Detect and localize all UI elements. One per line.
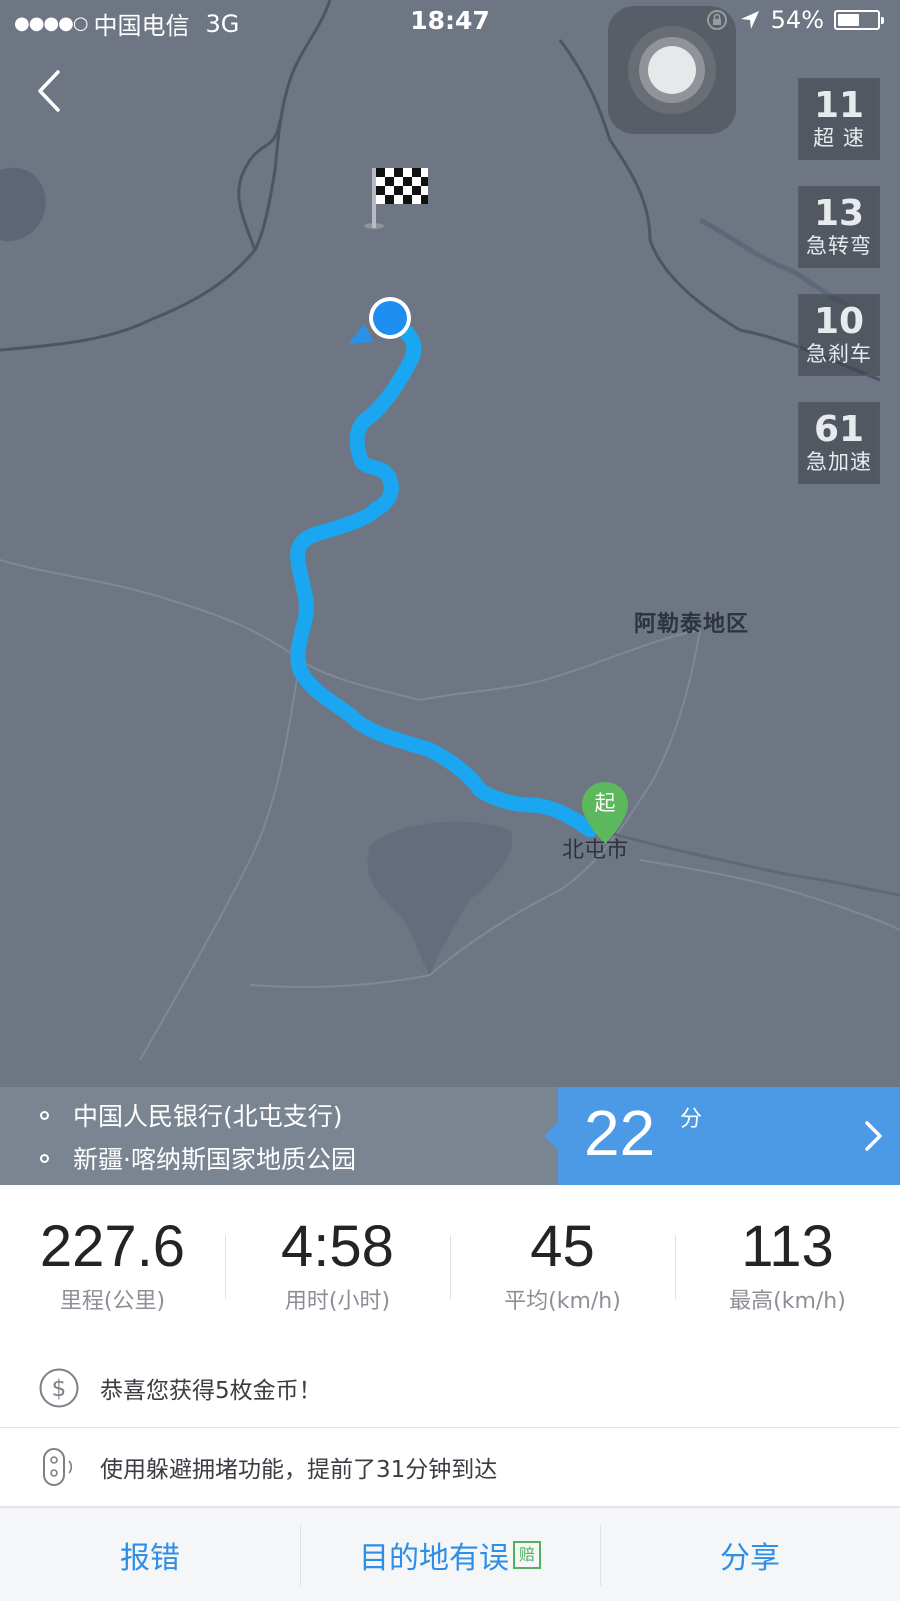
stat-value: 227.6 bbox=[39, 1214, 186, 1279]
lake-shape bbox=[0, 167, 46, 242]
badge-hard-brake[interactable]: 10 急刹车 bbox=[798, 294, 880, 376]
route-origin: 中国人民银行(北屯支行) bbox=[40, 1097, 343, 1133]
wrong-destination-button[interactable]: 目的地有误 赔 bbox=[300, 1508, 600, 1601]
action-bar: 报错 目的地有误 赔 分享 bbox=[0, 1507, 900, 1601]
route-destination-label: 新疆·喀纳斯国家地质公园 bbox=[73, 1145, 356, 1174]
traffic-light-icon bbox=[43, 1448, 73, 1486]
route-line bbox=[290, 312, 598, 838]
coins-reward-text: 恭喜您获得5枚金币！ bbox=[100, 1378, 322, 1404]
location-arrow-icon bbox=[740, 11, 759, 29]
map-label-region: 阿勒泰地区 bbox=[634, 612, 750, 637]
chevron-right-icon bbox=[865, 1121, 882, 1151]
status-bar: ●●●●○ 中国电信 3G 18:47 54% bbox=[0, 0, 900, 44]
stat-value: 113 bbox=[741, 1214, 834, 1279]
lake-shape bbox=[367, 821, 513, 975]
driving-event-badges: 11 超 速 13 急转弯 10 急刹车 61 急加速 bbox=[798, 78, 882, 510]
coins-reward-row: $ 恭喜您获得5枚金币！ bbox=[0, 1349, 900, 1428]
stat-value: 4:58 bbox=[281, 1214, 394, 1279]
stat-label: 最高(km/h) bbox=[729, 1289, 846, 1314]
battery-tip bbox=[881, 17, 884, 24]
assistive-touch-ring bbox=[648, 46, 696, 94]
route-summary-bar: 中国人民银行(北屯支行) 新疆·喀纳斯国家地质公园 22 分 bbox=[0, 1087, 900, 1185]
badge-label: 超 速 bbox=[813, 126, 865, 150]
route-time-button[interactable]: 22 分 bbox=[544, 1087, 900, 1185]
chevron-left-icon bbox=[38, 70, 60, 112]
report-error-button[interactable]: 报错 bbox=[0, 1508, 300, 1601]
svg-text:$: $ bbox=[52, 1376, 67, 1402]
stat-max-speed: 113 最高(km/h) bbox=[675, 1185, 900, 1349]
report-error-label: 报错 bbox=[120, 1540, 180, 1576]
start-marker-label: 起 bbox=[594, 791, 616, 815]
map-canvas bbox=[0, 0, 900, 1061]
map-label-city: 北屯市 bbox=[562, 838, 629, 863]
location-dot-icon bbox=[348, 297, 411, 344]
stat-value: 45 bbox=[530, 1214, 595, 1279]
wrong-destination-label: 目的地有误 bbox=[359, 1540, 509, 1576]
battery-fill bbox=[838, 14, 859, 26]
checkered-flag-icon bbox=[364, 168, 428, 229]
stat-average-speed: 45 平均(km/h) bbox=[450, 1185, 675, 1349]
badge-count: 10 bbox=[813, 301, 865, 342]
share-label: 分享 bbox=[720, 1540, 780, 1576]
route-origin-label: 中国人民银行(北屯支行) bbox=[73, 1102, 343, 1131]
trip-stats: 227.6 里程(公里) 4:58 用时(小时) 45 平均(km/h) 113… bbox=[0, 1185, 900, 1350]
stat-label: 里程(公里) bbox=[59, 1289, 166, 1314]
stat-label: 平均(km/h) bbox=[504, 1289, 621, 1314]
battery-icon bbox=[834, 10, 884, 30]
stat-label: 用时(小时) bbox=[284, 1289, 391, 1314]
stat-distance: 227.6 里程(公里) bbox=[0, 1185, 225, 1349]
avoid-congestion-text: 使用躲避拥堵功能，提前了31分钟到达 bbox=[100, 1457, 498, 1483]
stat-duration: 4:58 用时(小时) bbox=[225, 1185, 450, 1349]
dollar-coin-icon: $ bbox=[39, 1368, 79, 1408]
back-button[interactable] bbox=[26, 66, 76, 116]
badge-count: 61 bbox=[813, 409, 865, 450]
border-lines bbox=[0, 0, 881, 382]
share-button[interactable]: 分享 bbox=[600, 1508, 900, 1601]
badge-label: 急加速 bbox=[806, 450, 872, 474]
route-map[interactable]: 起 阿勒泰地区 北屯市 ●●●●○ 中国电信 3G 18:47 54% 11 超… bbox=[0, 0, 900, 1087]
route-endpoints: 中国人民银行(北屯支行) 新疆·喀纳斯国家地质公园 bbox=[0, 1087, 558, 1185]
battery-percent: 54% bbox=[770, 6, 824, 34]
route-minutes: 22 bbox=[584, 1097, 656, 1169]
thin-border-lines bbox=[0, 559, 900, 1061]
badge-label: 急转弯 bbox=[806, 234, 872, 258]
origin-dot-icon bbox=[40, 1110, 49, 1120]
badge-count: 13 bbox=[813, 193, 865, 234]
badge-label: 急刹车 bbox=[806, 342, 872, 366]
avoid-congestion-row: 使用躲避拥堵功能，提前了31分钟到达 bbox=[0, 1428, 900, 1507]
compensation-badge-icon: 赔 bbox=[513, 1540, 541, 1569]
badge-speeding[interactable]: 11 超 速 bbox=[798, 78, 880, 160]
route-destination: 新疆·喀纳斯国家地质公园 bbox=[40, 1140, 356, 1176]
badge-count: 11 bbox=[813, 85, 865, 126]
assistive-touch-button[interactable] bbox=[608, 6, 736, 134]
route-notch bbox=[544, 1122, 558, 1150]
badge-rapid-accel[interactable]: 61 急加速 bbox=[798, 402, 880, 484]
route-minutes-unit: 分 bbox=[680, 1107, 703, 1132]
destination-dot-icon bbox=[40, 1153, 49, 1163]
badge-sharp-turn[interactable]: 13 急转弯 bbox=[798, 186, 880, 268]
